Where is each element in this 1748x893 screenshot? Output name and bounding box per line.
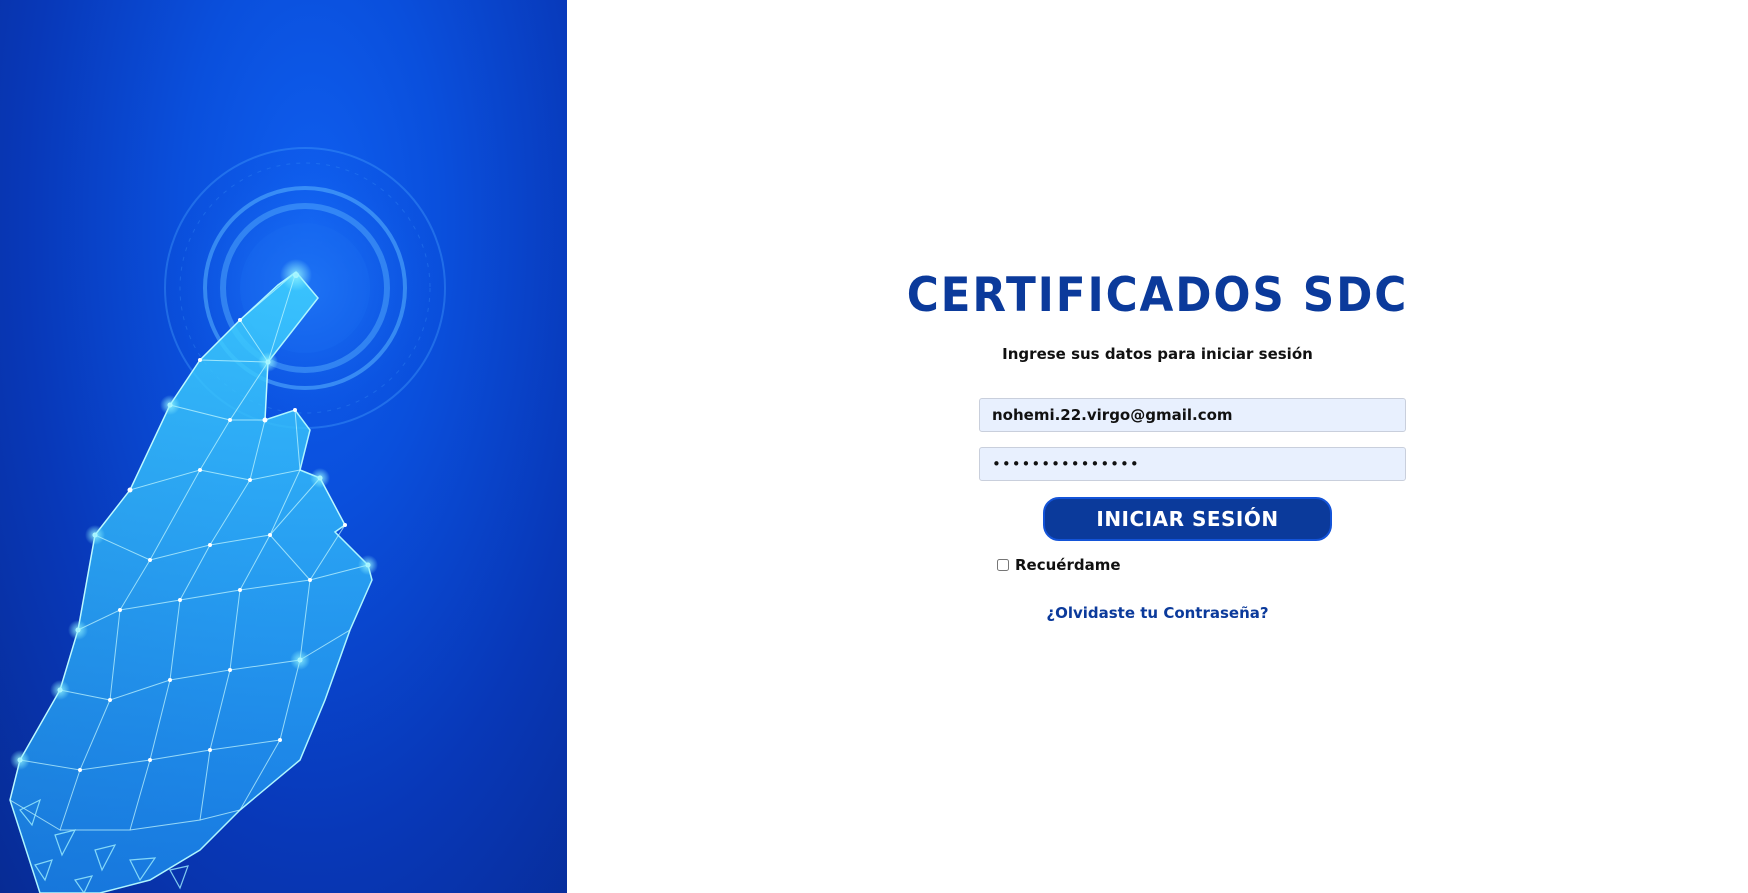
page-title: CERTIFICADOS SDC [906, 268, 1409, 323]
login-page: CERTIFICADOS SDC Ingrese sus datos para … [0, 0, 1748, 893]
remember-me[interactable]: Recuérdame [997, 556, 1121, 574]
remember-me-checkbox[interactable] [997, 559, 1009, 571]
digital-hand-illustration [9, 147, 446, 893]
login-subtitle: Ingrese sus datos para iniciar sesión [1002, 345, 1313, 363]
email-field[interactable] [979, 398, 1406, 432]
remember-me-label: Recuérdame [1015, 556, 1121, 574]
login-button[interactable]: INICIAR SESIÓN [1043, 497, 1332, 541]
password-field[interactable] [979, 447, 1406, 481]
forgot-password-link[interactable]: ¿Olvidaste tu Contraseña? [567, 604, 1748, 622]
login-panel: CERTIFICADOS SDC Ingrese sus datos para … [567, 0, 1748, 893]
hero-panel [0, 0, 567, 893]
